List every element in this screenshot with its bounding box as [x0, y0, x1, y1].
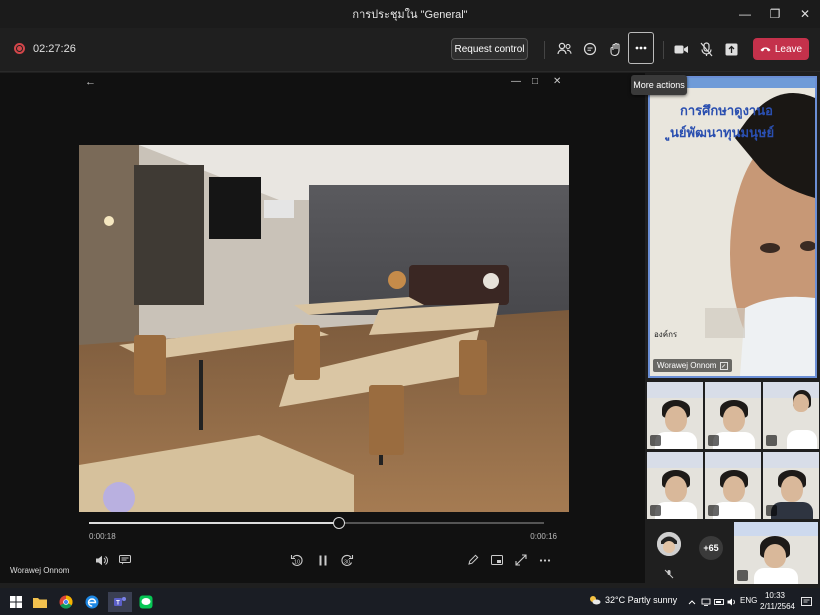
active-speaker-video[interactable]: การศึกษาดูงานอ ูนย์พัฒนาทุนมนุษย์ องค์กร…	[648, 76, 817, 378]
video-frame[interactable]	[79, 145, 569, 512]
edge-icon[interactable]	[82, 592, 102, 612]
teams-meeting-window: การประชุมใน "General" — ❐ ✕ 02:27:26 Req…	[0, 0, 820, 615]
participant-tile[interactable]	[647, 452, 703, 519]
participant-gallery	[647, 382, 819, 520]
hang-up-icon	[760, 47, 771, 52]
close-icon[interactable]: ✕	[790, 0, 820, 28]
mic-muted-icon	[650, 505, 661, 516]
pause-icon[interactable]	[315, 552, 331, 568]
more-actions-button[interactable]	[628, 32, 654, 64]
picture-in-picture-icon[interactable]	[489, 552, 505, 568]
captions-icon[interactable]	[117, 552, 133, 568]
presenter-name: Worawej Onnom	[10, 566, 70, 575]
mic-muted-icon[interactable]	[696, 39, 716, 59]
input-language[interactable]: ENG	[740, 596, 757, 605]
clock-time: 10:33	[764, 591, 786, 600]
close-icon[interactable]: ✕	[553, 76, 561, 87]
file-explorer-icon[interactable]	[30, 592, 50, 612]
more-participants-badge[interactable]: +65	[699, 536, 723, 560]
elapsed-time: 0:00:18	[89, 532, 116, 541]
slide-title-line1: การศึกษาดูงานอ	[680, 104, 773, 119]
raise-hand-icon[interactable]	[606, 39, 626, 59]
speaker-name-tag: Worawej Onnom	[653, 359, 733, 372]
fullscreen-icon[interactable]	[513, 552, 529, 568]
mic-muted-icon	[766, 505, 777, 516]
pen-icon[interactable]	[465, 552, 481, 568]
mic-muted-icon	[708, 435, 719, 446]
volume-icon[interactable]	[93, 552, 109, 568]
toolbar-divider	[544, 41, 545, 59]
back-arrow-icon[interactable]: ←	[85, 76, 96, 88]
battery-icon[interactable]	[713, 592, 725, 612]
maximize-icon[interactable]: □	[532, 76, 538, 87]
participants-icon[interactable]	[554, 39, 574, 59]
skip-forward-seconds: 30	[344, 560, 350, 566]
participant-tile[interactable]	[763, 452, 819, 519]
network-icon[interactable]	[700, 592, 712, 612]
title-bar: การประชุมใน "General" — ❐ ✕	[0, 0, 820, 28]
meeting-timer: 02:27:26	[33, 43, 76, 55]
chevron-up-icon[interactable]	[686, 592, 698, 612]
weather-text: 32°C Partly sunny	[605, 595, 678, 605]
minimize-icon[interactable]: —	[511, 76, 521, 87]
seek-bar[interactable]	[89, 517, 544, 529]
notifications-icon[interactable]	[796, 592, 816, 612]
taskbar: T 32°C Partly sunny ENG 10:33 2/11/2564	[0, 588, 820, 615]
meeting-toolbar: 02:27:26 Request control Leave	[0, 28, 820, 72]
mic-muted-icon	[650, 435, 661, 446]
player-more-icon[interactable]	[537, 552, 553, 568]
participant-tile[interactable]	[705, 382, 761, 449]
window-title: การประชุมใน "General"	[352, 9, 468, 21]
more-icon	[635, 46, 647, 50]
mic-muted-icon	[708, 505, 719, 516]
skip-forward-icon[interactable]: 30	[339, 552, 355, 568]
partly-sunny-icon	[590, 596, 601, 605]
more-actions-tooltip: More actions	[631, 75, 687, 95]
media-player-controls: 0:00:18 0:00:16 10 30	[79, 512, 569, 574]
window-controls: — ❐ ✕	[730, 0, 820, 28]
skip-back-icon[interactable]: 10	[289, 552, 305, 568]
slide-title-line2: ูนย์พัฒนาทุนมนุษย์	[670, 126, 775, 141]
room-photo	[79, 145, 569, 512]
recording-icon	[14, 43, 25, 54]
speaker-name: Worawej Onnom	[657, 361, 717, 370]
participant-tile[interactable]	[647, 382, 703, 449]
system-clock[interactable]: 10:33 2/11/2564	[760, 590, 795, 612]
svg-text:T: T	[116, 601, 120, 607]
share-screen-icon[interactable]	[721, 39, 741, 59]
camera-icon[interactable]	[671, 39, 691, 59]
mic-muted-icon	[737, 570, 748, 581]
skip-back-seconds: 10	[294, 560, 300, 566]
share-screen-small-icon	[720, 361, 729, 370]
participant-tile[interactable]	[734, 522, 818, 584]
overflow-row: +65	[647, 522, 819, 584]
seek-knob[interactable]	[333, 517, 346, 529]
request-control-button[interactable]: Request control	[451, 38, 528, 60]
leave-label: Leave	[774, 43, 803, 55]
participant-tile[interactable]	[763, 382, 819, 449]
participant-tile[interactable]	[705, 452, 761, 519]
shared-window-bar: ← — □ ✕	[79, 76, 569, 92]
toolbar-divider	[663, 41, 664, 59]
chat-icon[interactable]	[580, 39, 600, 59]
chrome-icon[interactable]	[56, 592, 76, 612]
total-time: 0:00:16	[530, 532, 557, 541]
teams-icon[interactable]: T	[108, 592, 132, 612]
seek-bar-fill	[89, 522, 340, 524]
avatar[interactable]	[657, 532, 681, 556]
maximize-icon[interactable]: ❐	[760, 0, 790, 28]
mic-muted-icon	[766, 435, 777, 446]
slide-small-text: องค์กร	[654, 330, 678, 339]
mic-muted-icon	[664, 566, 674, 579]
clock-date: 2/11/2564	[760, 602, 795, 611]
weather-widget[interactable]: 32°C Partly sunny	[589, 595, 677, 605]
leave-button[interactable]: Leave	[753, 38, 809, 60]
line-app-icon[interactable]	[136, 592, 156, 612]
volume-icon[interactable]	[726, 592, 738, 612]
minimize-icon[interactable]: —	[730, 0, 760, 28]
windows-start-icon[interactable]	[6, 592, 26, 612]
